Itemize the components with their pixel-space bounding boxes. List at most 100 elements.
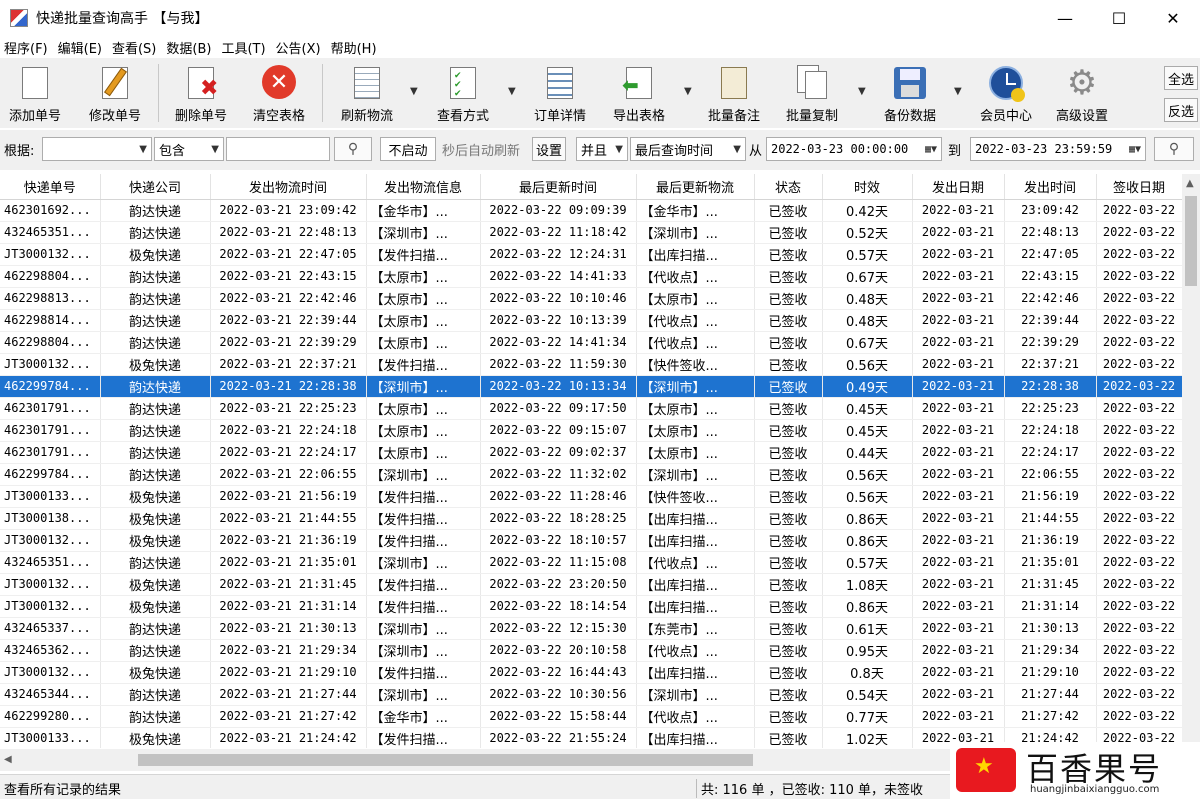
table-row[interactable]: 462298804... 韵达快递 2022-03-21 22:39:29 【太原市】… [0,331,1182,354]
menu-tools[interactable]: 工具(T) [221,38,265,57]
scroll-left-icon[interactable]: ◀ [4,754,12,765]
basis-select[interactable]: ▼ [42,137,152,161]
table-row[interactable]: 462301791... 韵达快递 2022-03-21 22:25:23 【太原市】… [0,397,1182,420]
keyword-input[interactable] [226,137,330,161]
match-select[interactable]: 包含 ▼ [154,137,224,161]
refresh-logistics-button[interactable]: 刷新物流 [338,62,396,124]
table-row[interactable]: 462299784... 韵达快递 2022-03-21 22:06:55 【深圳市】… [0,463,1182,486]
table-cell: 2022-03-22 [1096,441,1182,464]
table-row[interactable]: 462301791... 韵达快递 2022-03-21 22:24:17 【太原市】… [0,441,1182,464]
table-row[interactable]: JT3000138... 极兔快递 2022-03-21 21:44:55 【发件扫描… [0,507,1182,530]
column-header[interactable]: 发出时间 [1004,174,1097,200]
search-button[interactable]: ⚲ [334,137,372,161]
table-row[interactable]: 462298813... 韵达快递 2022-03-21 22:42:46 【太原市】… [0,287,1182,310]
menu-edit[interactable]: 编辑(E) [58,38,102,57]
table-row[interactable]: 462299784... 韵达快递 2022-03-21 22:28:38 【深圳市】… [0,375,1182,398]
table-row[interactable]: JT3000132... 极兔快递 2022-03-21 21:29:10 【发件扫描… [0,661,1182,684]
column-header[interactable]: 最后更新时间 [480,174,637,200]
table-row[interactable]: 462301791... 韵达快递 2022-03-21 22:24:18 【太原市】… [0,419,1182,442]
query-button[interactable]: ⚲ [1154,137,1194,161]
table-cell: 已签收 [754,683,823,706]
column-header[interactable]: 发出物流时间 [210,174,367,200]
chevron-down-icon[interactable]: ▼ [508,86,516,97]
table-cell: 2022-03-21 [912,375,1005,398]
table-row[interactable]: JT3000132... 极兔快递 2022-03-21 21:31:14 【发件扫描… [0,595,1182,618]
table-cell: 22:06:55 [1004,463,1097,486]
table-row[interactable]: 462298814... 韵达快递 2022-03-21 22:39:44 【太原市】… [0,309,1182,332]
column-header[interactable]: 时效 [822,174,913,200]
scroll-up-icon[interactable]: ▲ [1186,178,1194,189]
auto-refresh-select[interactable]: 不启动 [380,137,436,161]
menu-view[interactable]: 查看(S) [112,38,156,57]
add-order-button[interactable]: 添加单号 [6,62,64,124]
table-cell: 已签收 [754,485,823,508]
table-row[interactable]: 462301692... 韵达快递 2022-03-21 23:09:42 【金华市】… [0,199,1182,222]
table-row[interactable]: JT3000132... 极兔快递 2022-03-21 21:36:19 【发件扫描… [0,529,1182,552]
table-cell: 【金华市】... [366,705,481,728]
batch-note-button[interactable]: 批量备注 [704,62,764,124]
column-header[interactable]: 快递公司 [100,174,211,200]
vertical-scrollbar[interactable]: ▲ [1182,174,1200,748]
export-table-button[interactable]: ⬅ 导出表格 [610,62,668,124]
table-row[interactable]: JT3000133... 极兔快递 2022-03-21 21:56:19 【发件扫描… [0,485,1182,508]
table-row[interactable]: 432465337... 韵达快递 2022-03-21 21:30:13 【深圳市】… [0,617,1182,640]
from-date-picker[interactable]: 2022-03-23 00:00:00 ▦▼ [766,137,942,161]
member-center-button[interactable]: 会员中心 [976,62,1036,124]
table-row[interactable]: JT3000132... 极兔快递 2022-03-21 22:47:05 【发件扫描… [0,243,1182,266]
table-row[interactable]: 432465344... 韵达快递 2022-03-21 21:27:44 【深圳市】… [0,683,1182,706]
menu-data[interactable]: 数据(B) [166,38,211,57]
column-header[interactable]: 签收日期 [1096,174,1182,200]
table-cell: 已签收 [754,529,823,552]
table-cell: 2022-03-22 10:10:46 [480,287,637,310]
chevron-down-icon[interactable]: ▼ [410,86,418,97]
vertical-scroll-thumb[interactable] [1185,196,1197,286]
settings-button[interactable]: 设置 [532,137,566,161]
column-header[interactable]: 快递单号 [0,174,101,200]
chevron-down-icon[interactable]: ▼ [858,86,866,97]
column-header[interactable]: 发出日期 [912,174,1005,200]
table-cell: 0.52天 [822,221,913,244]
order-detail-button[interactable]: 订单详情 [530,62,590,124]
menu-program[interactable]: 程序(F) [4,38,48,57]
table-row[interactable]: JT3000132... 极兔快递 2022-03-21 22:37:21 【发件扫描… [0,353,1182,376]
table-row[interactable]: 432465351... 韵达快递 2022-03-21 22:48:13 【深圳市】… [0,221,1182,244]
table-cell: 【出库扫描... [636,507,755,530]
table-cell: 2022-03-22 20:10:58 [480,639,637,662]
table-cell: 2022-03-22 [1096,507,1182,530]
advanced-settings-button[interactable]: ⚙ 高级设置 [1052,62,1112,124]
minimize-button[interactable]: — [1038,0,1092,36]
logic-select[interactable]: 并且 ▼ [576,137,628,161]
table-row[interactable]: 462299280... 韵达快递 2022-03-21 21:27:42 【金华市】… [0,705,1182,728]
select-all-button[interactable]: 全选 [1164,66,1198,90]
edit-order-button[interactable]: 修改单号 [86,62,144,124]
checklist-icon: ✔ ✔ ✔ [446,65,480,101]
invert-selection-button[interactable]: 反选 [1164,98,1198,122]
table-cell: 【发件扫描... [366,573,481,596]
toolbar-separator [158,64,159,122]
table-cell: 2022-03-21 21:27:44 [210,683,367,706]
clear-table-button[interactable]: ✕ 清空表格 [250,62,308,124]
view-mode-button[interactable]: ✔ ✔ ✔ 查看方式 [434,62,492,124]
batch-copy-button[interactable]: 批量复制 [782,62,842,124]
chevron-down-icon[interactable]: ▼ [954,86,962,97]
time-field-select[interactable]: 最后查询时间 ▼ [630,137,746,161]
menu-help[interactable]: 帮助(H) [331,38,377,57]
to-date-picker[interactable]: 2022-03-23 23:59:59 ▦▼ [970,137,1146,161]
table-row[interactable]: 462298804... 韵达快递 2022-03-21 22:43:15 【太原市】… [0,265,1182,288]
table-row[interactable]: JT3000132... 极兔快递 2022-03-21 21:31:45 【发件扫描… [0,573,1182,596]
table-cell: 2022-03-21 23:09:42 [210,199,367,222]
close-button[interactable]: ✕ [1146,0,1200,36]
table-row[interactable]: 432465362... 韵达快递 2022-03-21 21:29:34 【深圳市】… [0,639,1182,662]
delete-order-button[interactable]: ✖ 删除单号 [172,62,230,124]
horizontal-scroll-thumb[interactable] [138,754,753,766]
table-cell: 2022-03-21 [912,199,1005,222]
menu-notice[interactable]: 公告(X) [276,38,321,57]
table-cell: 已签收 [754,375,823,398]
table-row[interactable]: 432465351... 韵达快递 2022-03-21 21:35:01 【深圳市】… [0,551,1182,574]
column-header[interactable]: 最后更新物流 [636,174,755,200]
column-header[interactable]: 状态 [754,174,823,200]
chevron-down-icon[interactable]: ▼ [684,86,692,97]
column-header[interactable]: 发出物流信息 [366,174,481,200]
backup-data-button[interactable]: 备份数据 [880,62,940,124]
maximize-button[interactable]: ☐ [1092,0,1146,36]
